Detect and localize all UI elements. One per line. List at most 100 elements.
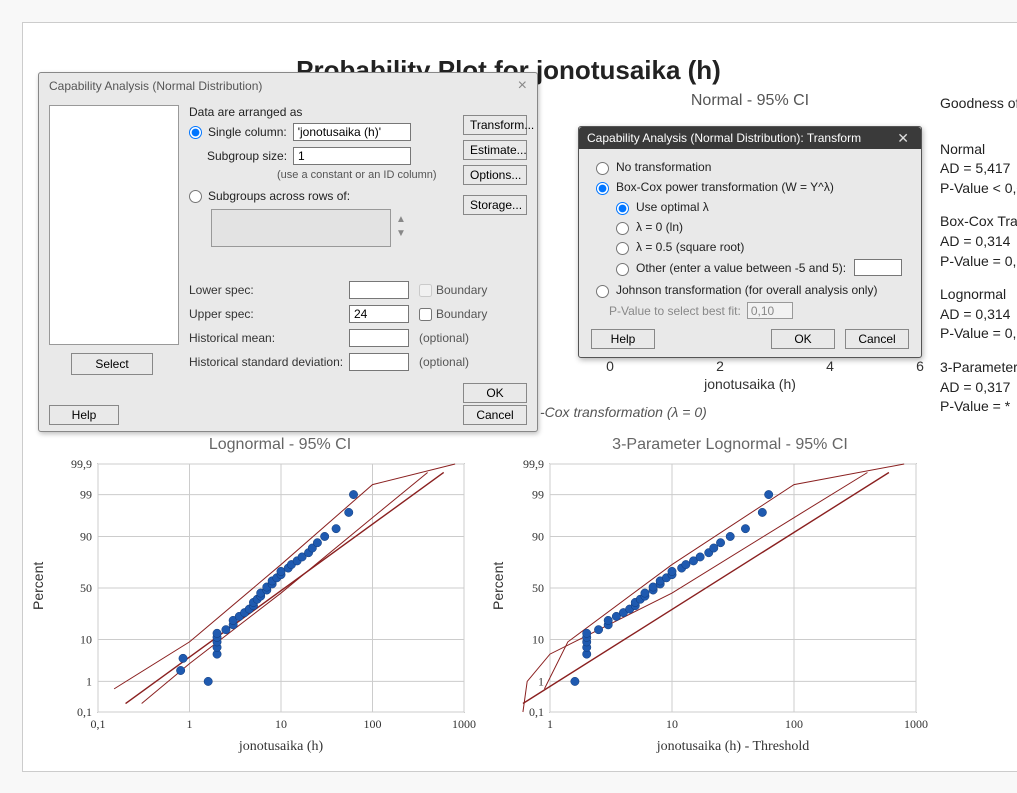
use-optimal-radio[interactable]: Use optimal λ bbox=[611, 199, 909, 215]
storage-button[interactable]: Storage... bbox=[463, 195, 527, 215]
svg-text:10: 10 bbox=[666, 717, 678, 731]
hist-sd-label: Historical standard deviation: bbox=[189, 355, 349, 369]
svg-text:100: 100 bbox=[785, 717, 803, 731]
x-tick: 2 bbox=[690, 358, 750, 374]
subgroups-rows-radio[interactable]: Subgroups across rows of: bbox=[189, 189, 350, 203]
gof-lognormal-name: Lognormal bbox=[940, 285, 1017, 305]
list-up-icon[interactable]: ▲ bbox=[395, 214, 407, 228]
lower-spec-label: Lower spec: bbox=[189, 283, 349, 297]
dialog-titlebar: Capability Analysis (Normal Distribution… bbox=[39, 73, 537, 99]
estimate-button[interactable]: Estimate... bbox=[463, 140, 527, 160]
subgroup-note: (use a constant or an ID column) bbox=[277, 169, 459, 181]
svg-text:10: 10 bbox=[80, 633, 92, 647]
single-column-radio[interactable]: Single column: bbox=[189, 125, 287, 139]
transform-button[interactable]: Transform... bbox=[463, 115, 527, 135]
transform-dialog: Capability Analysis (Normal Distribution… bbox=[578, 126, 922, 358]
dialog-titlebar: Capability Analysis (Normal Distribution… bbox=[579, 127, 921, 149]
boxcox-radio[interactable]: Box-Cox power transformation (W = Y^λ) bbox=[591, 179, 909, 195]
dialog-title: Capability Analysis (Normal Distribution… bbox=[49, 79, 262, 93]
chart-lognormal: 0,1 1 10 100 1000 0,1 1 10 50 90 99 99,9 jonotusaika… bbox=[48, 458, 478, 758]
no-transform-radio[interactable]: No transformation bbox=[591, 159, 909, 175]
single-column-label: Single column: bbox=[208, 125, 287, 139]
subgroups-rows-label: Subgroups across rows of: bbox=[208, 189, 350, 203]
svg-text:99,9: 99,9 bbox=[523, 458, 544, 471]
svg-text:50: 50 bbox=[80, 581, 92, 595]
svg-text:0,1: 0,1 bbox=[91, 717, 106, 731]
close-icon[interactable]: × bbox=[518, 77, 527, 95]
single-column-input[interactable] bbox=[293, 123, 411, 141]
svg-text:90: 90 bbox=[80, 529, 92, 543]
svg-text:jonotusaika (h): jonotusaika (h) bbox=[238, 739, 324, 754]
svg-text:50: 50 bbox=[532, 581, 544, 595]
gof-lognormal-p: P-Value = 0,53 bbox=[940, 324, 1017, 344]
capability-dialog: Capability Analysis (Normal Distribution… bbox=[38, 72, 538, 432]
subgroup-label: Subgroup size: bbox=[207, 149, 293, 163]
lambda-other-input[interactable] bbox=[854, 259, 902, 276]
x-tick: 0 bbox=[580, 358, 640, 374]
chart-3par-title: 3-Parameter Lognormal - 95% CI bbox=[540, 436, 920, 454]
options-button[interactable]: Options... bbox=[463, 165, 527, 185]
gof-threepar-name: 3-Parameter L bbox=[940, 358, 1017, 378]
pval-input bbox=[747, 302, 793, 319]
normal-subtitle: Normal - 95% CI bbox=[580, 92, 920, 110]
hist-mean-label: Historical mean: bbox=[189, 331, 349, 345]
svg-text:90: 90 bbox=[532, 529, 544, 543]
lower-spec-input[interactable] bbox=[349, 281, 409, 299]
svg-text:99: 99 bbox=[532, 488, 544, 502]
data-arranged-label: Data are arranged as bbox=[189, 105, 459, 119]
upper-spec-input[interactable] bbox=[349, 305, 409, 323]
gof-normal-ad: AD = 5,417 bbox=[940, 159, 1017, 179]
select-button[interactable]: Select bbox=[71, 353, 153, 375]
gof-boxcox-ad: AD = 0,314 bbox=[940, 232, 1017, 252]
gof-normal-p: P-Value < 0,00 bbox=[940, 179, 1017, 199]
ok-button[interactable]: OK bbox=[771, 329, 835, 349]
svg-text:jonotusaika (h) - Threshold: jonotusaika (h) - Threshold bbox=[656, 739, 810, 754]
svg-text:0,1: 0,1 bbox=[77, 705, 92, 719]
gof-boxcox-name: Box-Cox Tran bbox=[940, 212, 1017, 232]
pval-label: P-Value to select best fit: bbox=[609, 304, 741, 318]
lower-boundary-checkbox[interactable]: Boundary bbox=[419, 283, 487, 297]
goodness-panel: Goodness of Normal AD = 5,417 P-Value < … bbox=[940, 94, 1017, 431]
goodness-header: Goodness of bbox=[940, 94, 1017, 114]
lambda-sqrt-radio[interactable]: λ = 0.5 (square root) bbox=[611, 239, 909, 255]
upper-boundary-checkbox[interactable]: Boundary bbox=[419, 307, 487, 321]
chart-3par: 11010010000,111050909999,9jonotusaika (h… bbox=[500, 458, 930, 758]
variable-listbox[interactable] bbox=[49, 105, 179, 345]
subgroups-rows-list[interactable] bbox=[211, 209, 391, 247]
lambda-ln-radio[interactable]: λ = 0 (ln) bbox=[611, 219, 909, 235]
x-tick: 4 bbox=[800, 358, 860, 374]
hist-sd-optional: (optional) bbox=[419, 355, 469, 369]
close-icon[interactable]: ✕ bbox=[893, 130, 913, 147]
hist-mean-optional: (optional) bbox=[419, 331, 469, 345]
svg-text:1: 1 bbox=[86, 674, 92, 688]
lambda-other-radio[interactable]: Other (enter a value between -5 and 5): bbox=[611, 259, 909, 276]
svg-text:1: 1 bbox=[187, 717, 193, 731]
svg-text:99: 99 bbox=[80, 488, 92, 502]
svg-text:1000: 1000 bbox=[452, 717, 476, 731]
ok-button[interactable]: OK bbox=[463, 383, 527, 403]
gof-boxcox-p: P-Value = 0,53 bbox=[940, 252, 1017, 272]
svg-text:1: 1 bbox=[538, 674, 544, 688]
johnson-radio[interactable]: Johnson transformation (for overall anal… bbox=[591, 282, 909, 298]
svg-text:10: 10 bbox=[275, 717, 287, 731]
gof-threepar-p: P-Value = * bbox=[940, 397, 1017, 417]
svg-text:10: 10 bbox=[532, 633, 544, 647]
help-button[interactable]: Help bbox=[49, 405, 119, 425]
cancel-button[interactable]: Cancel bbox=[845, 329, 909, 349]
svg-text:0,1: 0,1 bbox=[529, 705, 544, 719]
help-button[interactable]: Help bbox=[591, 329, 655, 349]
hist-mean-input[interactable] bbox=[349, 329, 409, 347]
upper-spec-label: Upper spec: bbox=[189, 307, 349, 321]
chart-lognormal-title: Lognormal - 95% CI bbox=[90, 436, 470, 454]
hist-sd-input[interactable] bbox=[349, 353, 409, 371]
gof-normal-name: Normal bbox=[940, 140, 1017, 160]
svg-text:100: 100 bbox=[364, 717, 382, 731]
x-axis-label: jonotusaika (h) bbox=[600, 376, 900, 392]
chartA-ylabel: Percent bbox=[30, 562, 46, 610]
svg-text:99,9: 99,9 bbox=[71, 458, 92, 471]
cancel-button[interactable]: Cancel bbox=[463, 405, 527, 425]
svg-text:1: 1 bbox=[547, 717, 553, 731]
list-down-icon[interactable]: ▼ bbox=[395, 228, 407, 242]
gof-threepar-ad: AD = 0,317 bbox=[940, 378, 1017, 398]
subgroup-input[interactable] bbox=[293, 147, 411, 165]
